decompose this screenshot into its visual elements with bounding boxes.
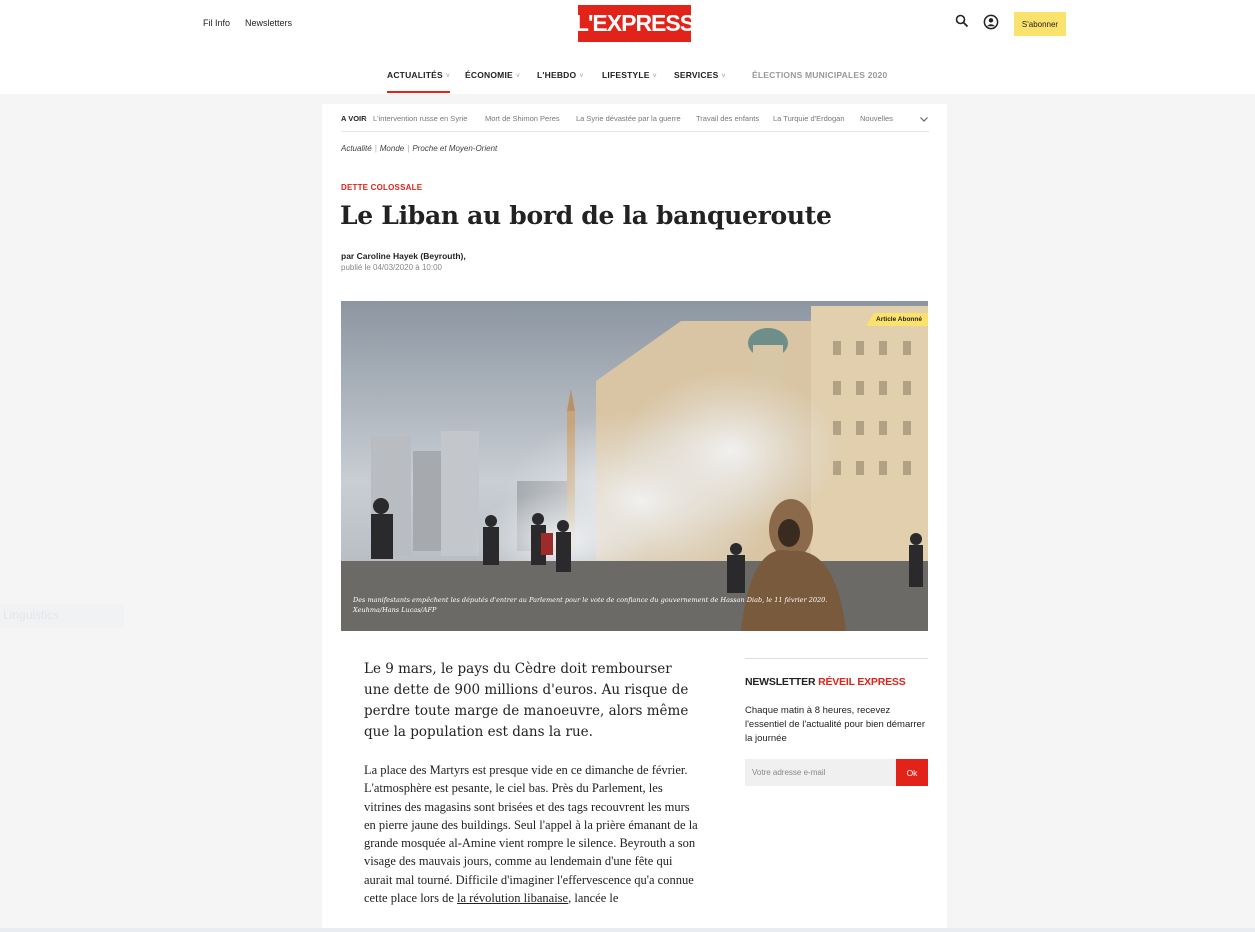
newsletter-description: Chaque matin à 8 heures, recevez l'essen…	[745, 705, 926, 744]
article-body: La place des Martyrs est presque vide en…	[364, 763, 698, 906]
search-icon[interactable]	[955, 14, 973, 32]
tag-link[interactable]: La Syrie dévastée par la guerre	[576, 114, 681, 123]
user-account-icon[interactable]	[983, 14, 1001, 32]
tags-label: A VOIR	[341, 114, 367, 123]
site-header: Fil Info Newsletters L'EXPRESS S'abonner…	[0, 0, 1255, 94]
newsletter-widget: NEWSLETTER RÉVEIL EXPRESS Chaque matin à…	[745, 658, 928, 786]
breadcrumb: Actualité | Monde | Proche et Moyen-Orient	[341, 144, 498, 153]
image-caption: Des manifestants empêchent les députés d…	[353, 596, 828, 614]
lexpress-logo[interactable]: L'EXPRESS	[575, 5, 695, 42]
breadcrumb-item[interactable]: Proche et Moyen-Orient	[412, 144, 497, 153]
nav-item-actualites[interactable]: ACTUALITÉS ˅	[387, 70, 451, 93]
article-byline: par Caroline Hayek (Beyrouth),	[341, 251, 466, 261]
revolution-link[interactable]: la révolution libanaise	[457, 891, 568, 905]
trending-tags-bar: A VOIR • L'intervention russe en Syrie M…	[341, 114, 929, 132]
nav-item-lhebdo[interactable]: L'HEBDO ˅	[537, 70, 584, 80]
tags-separator: •	[364, 114, 367, 123]
tag-link[interactable]: Nouvelles	[860, 114, 893, 123]
subscriber-badge: Article Abonné	[866, 313, 928, 326]
fil-info-link[interactable]: Fil Info	[203, 18, 230, 28]
article-lead: Le 9 mars, le pays du Cèdre doit rembour…	[364, 661, 689, 740]
bottom-strip	[0, 928, 1255, 932]
article-panel: A VOIR • L'intervention russe en Syrie M…	[322, 104, 947, 932]
newsletter-submit-button[interactable]: Ok	[896, 759, 928, 786]
nav-item-lifestyle[interactable]: LIFESTYLE ˅	[602, 70, 657, 80]
email-field[interactable]	[745, 759, 896, 786]
tag-link[interactable]: L'intervention russe en Syrie	[373, 114, 467, 123]
chevron-down-icon[interactable]	[919, 114, 929, 124]
chevron-down-icon: ˅	[445, 73, 451, 80]
newsletters-link[interactable]: Newsletters	[245, 18, 292, 28]
article-date: publié le 04/03/2020 à 10:00	[341, 263, 442, 272]
chevron-down-icon: ˅	[515, 73, 521, 80]
chevron-down-icon: ˅	[721, 73, 726, 80]
tag-link[interactable]: Mort de Shimon Peres	[485, 114, 560, 123]
tag-link[interactable]: Travail des enfants	[696, 114, 759, 123]
nav-item-elections[interactable]: ÉLECTIONS MUNICIPALES 2020	[752, 70, 887, 80]
chevron-down-icon: ˅	[579, 73, 584, 80]
article-kicker: DETTE COLOSSALE	[341, 183, 423, 192]
newsletter-title: NEWSLETTER RÉVEIL EXPRESS	[745, 676, 906, 688]
article-hero-image: Article Abonné Des manifestants empêchen…	[341, 301, 928, 631]
chevron-down-icon: ˅	[652, 73, 657, 80]
breadcrumb-item[interactable]: Monde	[380, 144, 404, 153]
main-navigation: ACTUALITÉS ˅ ÉCONOMIE ˅ L'HEBDO ˅ LIFESTYLE…	[0, 62, 1255, 93]
breadcrumb-item[interactable]: Actualité	[341, 144, 372, 153]
protest-scene-illustration	[341, 301, 928, 631]
tag-link[interactable]: La Turquie d'Erdogan	[773, 114, 844, 123]
side-ghost-text: Linguistics	[0, 604, 124, 628]
article-title: Le Liban au bord de la banqueroute	[340, 201, 832, 230]
subscribe-button[interactable]: S'abonner	[1014, 12, 1066, 36]
nav-item-services[interactable]: SERVICES ˅	[674, 70, 726, 80]
nav-item-economie[interactable]: ÉCONOMIE ˅	[465, 70, 520, 80]
